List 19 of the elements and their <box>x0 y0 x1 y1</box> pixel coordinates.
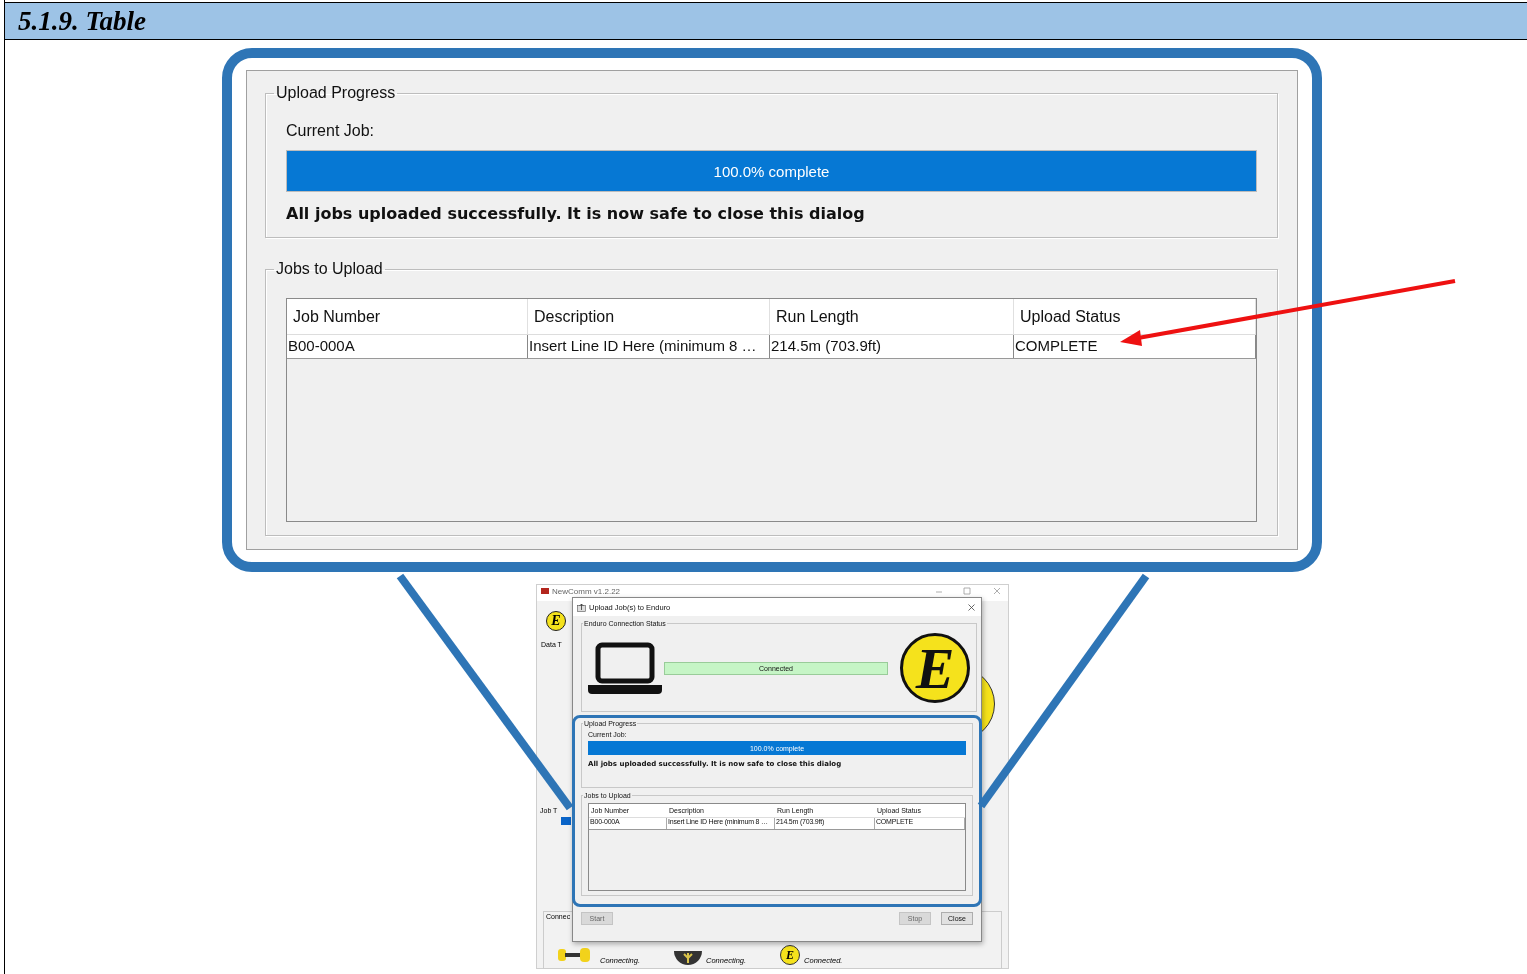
section-heading: 5.1.9. Table <box>18 5 146 37</box>
upload-icon <box>577 602 586 612</box>
table-cell: Insert Line ID Here (minimum 8 … <box>528 335 770 358</box>
current-job-label: Current Job: <box>286 122 376 140</box>
table-cell: B00-000A <box>287 335 528 358</box>
selected-row <box>561 817 571 825</box>
logo-badge: E <box>900 633 970 703</box>
table-cell: 214.5m (703.9ft) <box>770 335 1014 358</box>
group-title: Jobs to Upload <box>275 260 384 278</box>
logo-badge: E <box>546 611 566 631</box>
progress-text: 100.0% complete <box>713 162 830 180</box>
app-icon <box>541 588 549 594</box>
status-message: All jobs uploaded successfully. It is now safe to close this dialog <box>286 204 866 223</box>
reel-icon <box>674 951 703 965</box>
window-title: NewComm v1.2.22 <box>552 586 621 596</box>
group-title: Upload Progress <box>275 84 397 102</box>
close-icon[interactable] <box>968 603 975 611</box>
logo-badge: E <box>780 945 801 965</box>
laptop-icon <box>588 642 662 694</box>
